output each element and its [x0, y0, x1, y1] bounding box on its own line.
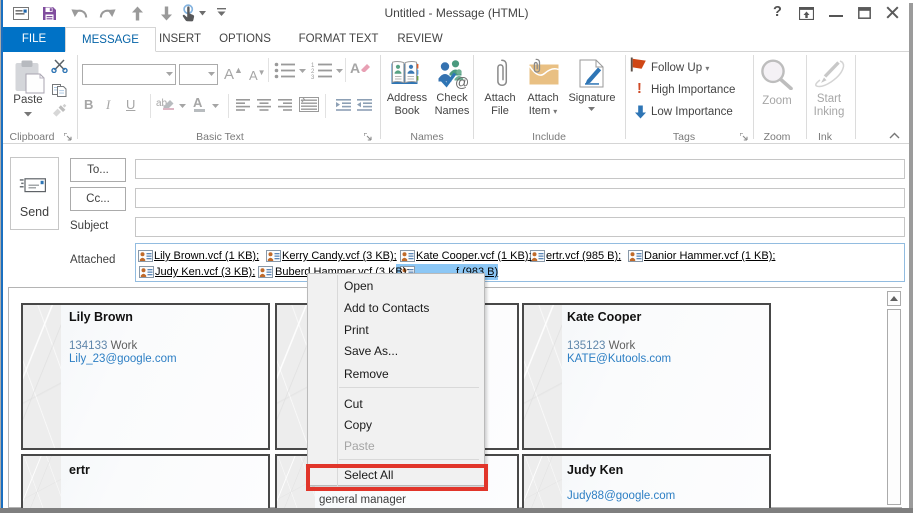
- svg-text:3: 3: [311, 75, 315, 79]
- svg-text:@: @: [455, 74, 469, 90]
